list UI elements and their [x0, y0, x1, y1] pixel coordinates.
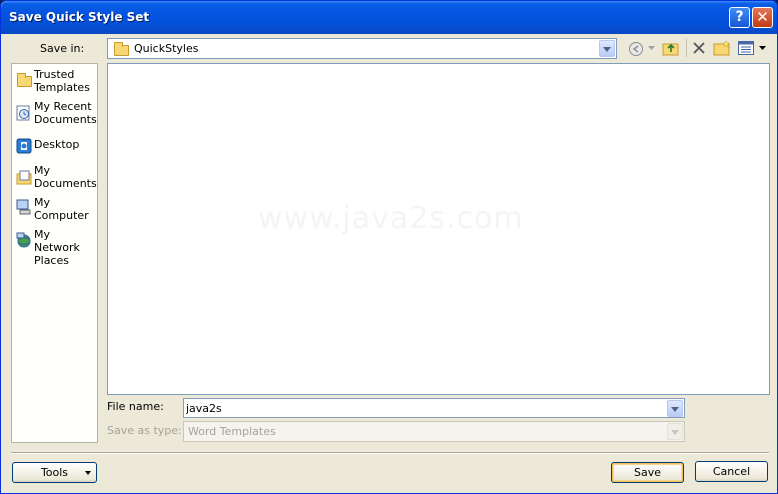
chevron-down-icon[interactable]: [599, 40, 615, 57]
title-bar[interactable]: Save Quick Style Set ? ✕: [1, 1, 777, 34]
back-dropdown-icon[interactable]: [648, 46, 656, 52]
views-dropdown-icon[interactable]: [759, 46, 767, 52]
place-trusted-templates[interactable]: Trusted Templates: [14, 68, 98, 96]
place-my-documents[interactable]: My Documents: [14, 164, 98, 192]
file-name-combobox[interactable]: [183, 398, 685, 418]
file-name-input[interactable]: [186, 400, 664, 416]
views-icon[interactable]: [738, 41, 755, 56]
place-label: My Documents: [34, 164, 97, 190]
tools-label: Tools: [40, 466, 69, 479]
folder-icon: [114, 42, 129, 56]
place-label: My Recent Documents: [34, 100, 97, 126]
delete-icon[interactable]: [692, 41, 706, 55]
back-icon[interactable]: [628, 41, 644, 57]
places-bar: Trusted Templates My Recent Documents De…: [11, 63, 98, 443]
file-name-dropdown[interactable]: [666, 399, 684, 417]
save-button[interactable]: Save: [611, 462, 684, 483]
place-label: My Computer: [34, 196, 89, 222]
recent-documents-icon: [16, 105, 30, 121]
close-button[interactable]: ✕: [752, 7, 773, 28]
my-documents-icon: [16, 170, 32, 185]
save-in-label: Save in:: [40, 42, 85, 55]
separator: [11, 452, 769, 454]
place-label: Trusted Templates: [34, 68, 90, 94]
chevron-down-icon[interactable]: [667, 400, 683, 417]
place-label: My Network Places: [34, 228, 80, 267]
cancel-button[interactable]: Cancel: [695, 461, 768, 482]
place-desktop[interactable]: Desktop: [14, 138, 98, 158]
save-as-type-dropdown[interactable]: Word Templates: [183, 421, 685, 442]
place-my-network-places[interactable]: My Network Places: [14, 228, 98, 267]
save-as-type-label: Save as type:: [107, 424, 182, 437]
chevron-down-icon: [85, 471, 91, 475]
up-folder-icon[interactable]: [662, 40, 680, 56]
save-in-value: QuickStyles: [134, 42, 199, 55]
dialog-title: Save Quick Style Set: [9, 10, 150, 24]
place-my-recent-documents[interactable]: My Recent Documents: [14, 100, 98, 128]
toolbar-divider: [686, 39, 687, 57]
help-button[interactable]: ?: [729, 7, 750, 28]
chevron-down-icon: [667, 423, 683, 440]
place-label: Desktop: [34, 138, 80, 151]
folder-icon: [17, 73, 32, 87]
save-dialog: Save Quick Style Set ? ✕ Save in: QuickS…: [0, 0, 778, 494]
tools-button[interactable]: Tools: [12, 462, 97, 483]
file-name-label: File name:: [107, 400, 164, 413]
desktop-icon: [16, 138, 32, 154]
new-folder-icon[interactable]: [713, 40, 731, 56]
network-places-icon: [16, 232, 31, 248]
watermark: www.java2s.com: [258, 201, 524, 236]
save-in-dropdown[interactable]: QuickStyles: [107, 38, 617, 59]
computer-icon: [16, 199, 31, 215]
save-as-type-value: Word Templates: [188, 425, 276, 438]
file-list[interactable]: www.java2s.com: [107, 63, 770, 395]
place-my-computer[interactable]: My Computer: [14, 196, 98, 224]
